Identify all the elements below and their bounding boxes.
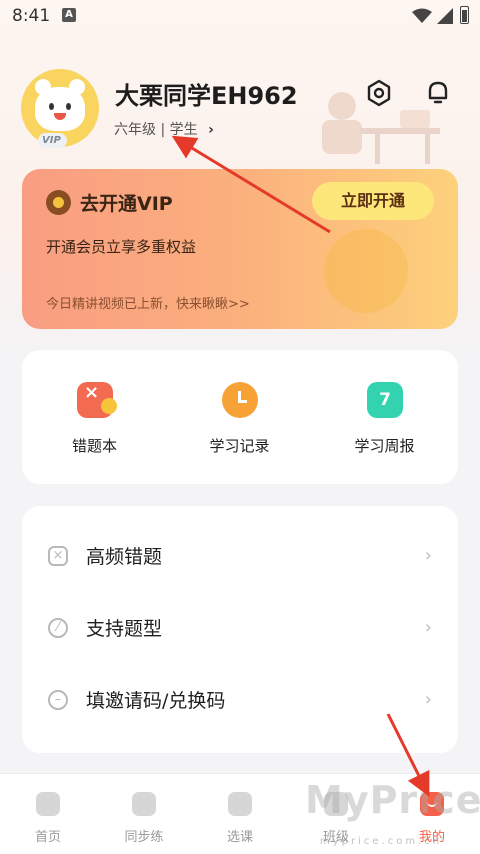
- code-icon: –: [48, 690, 68, 710]
- wrong-book-icon: [77, 382, 117, 418]
- menu-item-invite-code[interactable]: – 填邀请码/兑换码 ›: [22, 666, 458, 738]
- error-icon: ×: [48, 546, 68, 566]
- user-name: 大栗同学EH962: [115, 82, 298, 110]
- activate-vip-button[interactable]: 立即开通: [312, 182, 434, 220]
- tool-weekly-report[interactable]: 7 学习周报: [312, 350, 457, 484]
- nav-label: 首页: [34, 830, 61, 845]
- vip-video-note[interactable]: 今日精讲视频已上新，快来瞅瞅>>: [46, 293, 250, 312]
- clock-icon: [222, 382, 258, 418]
- user-grade-role[interactable]: 六年级 | 学生 ›: [114, 119, 214, 139]
- vip-title: 去开通VIP: [80, 193, 173, 215]
- grade-label: 六年级: [114, 122, 156, 138]
- nav-label: 选课: [226, 830, 253, 845]
- watermark-sub: myprice.com.cn: [320, 836, 443, 847]
- nav-practice[interactable]: 同步练: [96, 774, 192, 854]
- status-time: 8:41: [12, 6, 51, 26]
- home-icon: [36, 792, 60, 816]
- role-label: 学生: [169, 122, 198, 138]
- vip-description: 开通会员立享多重权益: [46, 238, 197, 256]
- menu-label: 高频错题: [86, 546, 163, 568]
- notification-a-icon: A: [62, 8, 76, 22]
- chevron-right-icon: ›: [208, 122, 214, 138]
- avatar-eye: [49, 103, 54, 110]
- wifi-icon: [412, 8, 432, 23]
- settings-icon[interactable]: [365, 79, 393, 107]
- status-bar: 8:41 A: [0, 0, 480, 34]
- nav-label: 同步练: [124, 830, 164, 845]
- menu-label: 支持题型: [86, 618, 163, 640]
- watermark: MyPrice: [305, 778, 480, 822]
- tool-label: 学习周报: [354, 437, 415, 455]
- bell-icon[interactable]: [424, 78, 452, 106]
- menu-card: × 高频错题 › ⁄ 支持题型 › – 填邀请码/兑换码 ›: [22, 506, 458, 753]
- nav-home[interactable]: 首页: [0, 774, 96, 854]
- vip-coin-icon: [46, 190, 71, 215]
- chevron-right-icon: ›: [424, 689, 432, 710]
- vip-card[interactable]: 去开通VIP 立即开通 开通会员立享多重权益 今日精讲视频已上新，快来瞅瞅>>: [22, 169, 458, 329]
- avatar-eye: [66, 103, 71, 110]
- signal-icon: [437, 8, 453, 24]
- chevron-right-icon: ›: [424, 545, 432, 566]
- coin-decoration: [324, 229, 408, 313]
- weekly-report-icon: 7: [367, 382, 403, 418]
- tag-icon: ⁄: [48, 618, 68, 638]
- vip-badge-text: VIP: [42, 135, 61, 146]
- separator: |: [160, 122, 166, 138]
- avatar-face: [35, 87, 85, 131]
- tools-card: 错题本 学习记录 7 学习周报: [22, 350, 458, 484]
- tool-wrong-book[interactable]: 错题本: [22, 350, 167, 484]
- nav-courses[interactable]: 选课: [192, 774, 288, 854]
- tool-label: 学习记录: [209, 437, 270, 455]
- tool-study-record[interactable]: 学习记录: [167, 350, 312, 484]
- menu-label: 填邀请码/兑换码: [86, 690, 226, 712]
- practice-icon: [132, 792, 156, 816]
- menu-item-frequent-errors[interactable]: × 高频错题 ›: [22, 522, 458, 594]
- vip-badge: VIP: [38, 133, 67, 148]
- tool-label: 错题本: [71, 437, 117, 455]
- play-icon: [228, 792, 252, 816]
- menu-item-question-types[interactable]: ⁄ 支持题型 ›: [22, 594, 458, 666]
- battery-icon: [460, 6, 469, 24]
- chevron-right-icon: ›: [424, 617, 432, 638]
